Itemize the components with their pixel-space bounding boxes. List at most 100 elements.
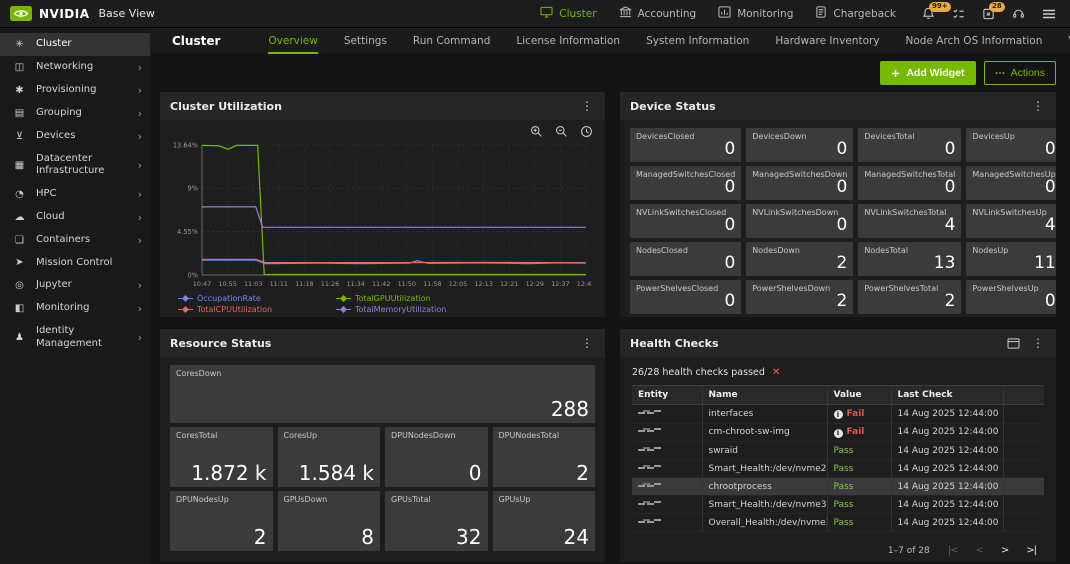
sidebar-item-networking[interactable]: ◫Networking› — [0, 56, 150, 79]
health-entity-cell — [632, 496, 702, 514]
bank-icon — [619, 6, 632, 21]
chart-tools — [168, 122, 597, 139]
topnav-item-monitoring[interactable]: Monitoring — [718, 6, 793, 21]
sidebar-item-label: Identity Management — [36, 325, 134, 350]
chevron-right-icon: › — [134, 302, 142, 315]
clear-filter-x-icon[interactable]: ✕ — [772, 367, 780, 378]
tab-settings[interactable]: Settings — [344, 29, 387, 54]
health-col-extra — [1003, 386, 1044, 405]
kebab-menu-icon[interactable]: ⋮ — [579, 99, 595, 113]
zoom-in-icon[interactable] — [530, 125, 543, 138]
stat-card-dpunodesup: DPUNodesUp2 — [170, 491, 273, 551]
stat-card-nvlinkswitchesclosed: NVLinkSwitchesClosed0 — [630, 204, 741, 238]
health-check-row[interactable]: chrootprocessPass14 Aug 2025 12:44:00 — [632, 478, 1044, 496]
kebab-menu-icon[interactable]: ⋮ — [1030, 99, 1046, 113]
first-page-icon[interactable]: |< — [948, 545, 958, 556]
stat-card-label: NVLinkSwitchesDown — [752, 208, 847, 217]
export-icon[interactable]: 28 — [982, 7, 995, 20]
tasks-checklist-icon[interactable] — [952, 7, 965, 20]
sidebar-item-label: Networking — [36, 61, 93, 74]
sidebar-item-cloud[interactable]: ☁Cloud› — [0, 206, 150, 229]
stat-card-gpusdown: GPUsDown8 — [278, 491, 381, 551]
topnav-item-label: Monitoring — [737, 8, 793, 20]
legend-item-occupationrate[interactable]: OccupationRate — [178, 294, 328, 303]
pagination-range: 1–7 of 28 — [888, 546, 930, 556]
sidebar-item-provisioning[interactable]: ✱Provisioning› — [0, 79, 150, 102]
sidebar-item-identity-management[interactable]: ♟Identity Management› — [0, 320, 150, 355]
svg-text:12:21: 12:21 — [500, 280, 518, 288]
prev-page-icon[interactable]: < — [975, 545, 982, 556]
tab-license-information[interactable]: License Information — [516, 29, 620, 54]
health-value-cell: iFail — [827, 423, 891, 442]
chevron-right-icon: › — [134, 107, 142, 120]
cluster-utilization-header: Cluster Utilization ⋮ — [160, 92, 605, 120]
last-page-icon[interactable]: >| — [1026, 545, 1036, 556]
hamburger-menu-icon[interactable] — [1042, 8, 1056, 20]
health-value-cell: iFail — [827, 405, 891, 424]
health-check-row[interactable]: Smart_Health:/dev/nvme3@nvmePass14 Aug 2… — [632, 496, 1044, 514]
folder-icon: ▤ — [13, 108, 26, 119]
health-check-row[interactable]: Smart_Health:/dev/nvme2@nvmePass14 Aug 2… — [632, 460, 1044, 478]
stat-card-value: 0 — [752, 217, 847, 234]
stat-card-value: 0 — [864, 141, 955, 158]
device-status-cards: DevicesClosed0DevicesDown0DevicesTotal0D… — [620, 120, 1056, 317]
next-page-icon[interactable]: > — [1001, 545, 1008, 556]
pass-status-text: Pass — [834, 482, 854, 492]
sidebar-item-label: Cloud — [36, 211, 65, 224]
health-check-row[interactable]: swraidPass14 Aug 2025 12:44:00 — [632, 442, 1044, 460]
ellipsis-icon — [995, 71, 1005, 75]
svg-text:12:13: 12:13 — [474, 280, 492, 288]
tab-system-information[interactable]: System Information — [646, 29, 749, 54]
tab-overview[interactable]: Overview — [268, 29, 317, 54]
kebab-menu-icon[interactable]: ⋮ — [1030, 336, 1046, 350]
chevron-right-icon: › — [134, 211, 142, 224]
stat-card-devicestotal: DevicesTotal0 — [858, 128, 961, 162]
support-headset-icon[interactable] — [1012, 7, 1025, 20]
zoom-out-icon[interactable] — [555, 125, 568, 138]
health-check-row[interactable]: interfacesiFail14 Aug 2025 12:44:00 — [632, 405, 1044, 424]
notifications-bell-icon[interactable]: 99+ — [922, 7, 935, 20]
kebab-menu-icon[interactable]: ⋮ — [579, 336, 595, 350]
tab-node-arch-os-information[interactable]: Node Arch OS Information — [906, 29, 1043, 54]
sidebar-item-jupyter[interactable]: ◎Jupyter› — [0, 274, 150, 297]
sidebar-item-grouping[interactable]: ▤Grouping› — [0, 102, 150, 125]
topnav-item-chargeback[interactable]: Chargeback — [815, 6, 896, 21]
add-widget-button[interactable]: Add Widget — [880, 61, 975, 85]
legend-item-totalgpuutilization[interactable]: TotalGPUUtilization — [336, 294, 556, 303]
stat-card-value: 288 — [176, 399, 589, 419]
stat-card-label: PowerShelvesClosed — [636, 284, 735, 293]
health-extra-cell — [1003, 442, 1044, 460]
stat-card-label: DPUNodesUp — [176, 495, 267, 504]
sidebar-item-cluster[interactable]: ✳Cluster — [0, 33, 150, 56]
topnav-item-cluster[interactable]: Cluster — [540, 6, 596, 21]
health-checks-table: EntityNameValueLast Check interfacesiFai… — [632, 385, 1044, 532]
sidebar-item-hpc[interactable]: ◔HPC› — [0, 183, 150, 206]
topnav-item-accounting[interactable]: Accounting — [619, 6, 697, 21]
legend-item-totalcpuutilization[interactable]: TotalCPUUtilization — [178, 305, 328, 314]
actions-button[interactable]: Actions — [984, 61, 1056, 85]
table-view-icon[interactable] — [1007, 338, 1020, 349]
legend-item-totalmemoryutilization[interactable]: TotalMemoryUtilization — [336, 305, 556, 314]
sidebar-item-devices[interactable]: ⊻Devices› — [0, 125, 150, 148]
sidebar-item-containers[interactable]: ❏Containers› — [0, 229, 150, 252]
legend-label: TotalGPUUtilization — [355, 294, 431, 303]
health-extra-cell — [1003, 460, 1044, 478]
sidebar-item-mission-control[interactable]: ➤Mission Control — [0, 252, 150, 275]
rocket-icon: ➤ — [13, 257, 26, 268]
stat-card-nodestotal: NodesTotal13 — [858, 242, 961, 276]
sidebar-item-label: Monitoring — [36, 302, 89, 315]
time-range-icon[interactable] — [580, 125, 593, 138]
stat-card-nvlinkswitchesup: NVLinkSwitchesUp4 — [966, 204, 1056, 238]
stat-card-label: CoresUp — [284, 431, 375, 440]
tab-hardware-inventory[interactable]: Hardware Inventory — [775, 29, 879, 54]
sidebar-item-monitoring[interactable]: ◧Monitoring› — [0, 297, 150, 320]
health-check-row[interactable]: cm-chroot-sw-imgiFail14 Aug 2025 12:44:0… — [632, 423, 1044, 442]
health-entity-cell — [632, 442, 702, 460]
utilization-line-chart[interactable]: 13.64%9%4.55%0%10:4710:5511:0311:1111:18… — [168, 139, 592, 291]
page-title: Cluster — [172, 34, 220, 48]
health-check-row[interactable]: Overall_Health:/dev/nvme3@nvmePass14 Aug… — [632, 514, 1044, 532]
stat-card-nodesclosed: NodesClosed0 — [630, 242, 741, 276]
tab-run-command[interactable]: Run Command — [413, 29, 490, 54]
sidebar-item-datacenter-infrastructure[interactable]: ▦Datacenter Infrastructure› — [0, 148, 150, 183]
svg-text:9%: 9% — [188, 185, 198, 193]
